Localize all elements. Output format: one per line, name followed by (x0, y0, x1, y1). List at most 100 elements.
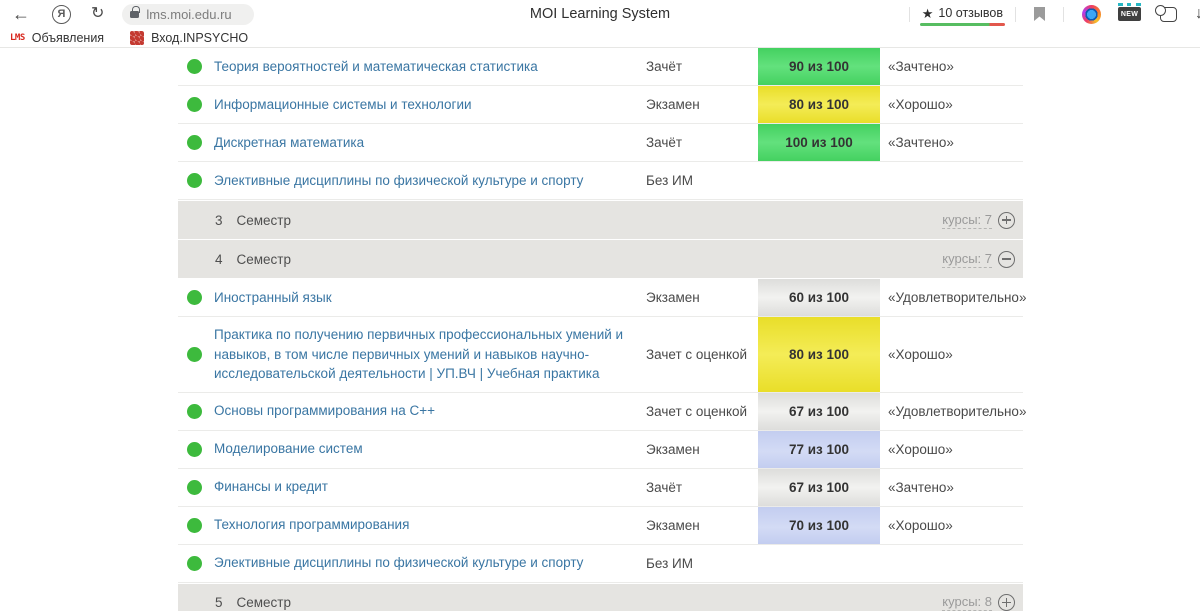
star-icon: ★ (922, 7, 934, 20)
new-badge-icon[interactable]: NEW (1118, 7, 1141, 21)
back-icon[interactable]: ← (12, 5, 30, 23)
bookmark-item-announcements[interactable]: LMS Объявления (10, 31, 104, 45)
course-link[interactable]: Теория вероятностей и математическая ста… (214, 49, 646, 85)
course-link[interactable]: Дискретная математика (214, 125, 646, 161)
status-dot-icon (187, 442, 202, 457)
course-link[interactable]: Технология программирования (214, 507, 646, 543)
semester-row[interactable]: 3Семестркурсы: 7 (178, 201, 1023, 239)
divider (909, 7, 910, 22)
bookmark-item-inpsycho[interactable]: Вход.INPSYCHO (130, 31, 248, 45)
course-link[interactable]: Основы программирования на C++ (214, 393, 646, 429)
lock-icon[interactable] (130, 11, 139, 18)
reviews-rating[interactable]: ★ 10 отзывов (920, 4, 1005, 24)
status-dot-icon (187, 173, 202, 188)
status-cell (178, 173, 214, 188)
score-cell (758, 162, 880, 199)
courses-count-link[interactable]: курсы: 7 (942, 251, 992, 268)
semester-right: курсы: 7 (942, 251, 1023, 268)
divider (1063, 7, 1064, 22)
score-cell: 90 из 100 (758, 48, 880, 85)
control-type: Экзамен (646, 518, 758, 533)
status-cell (178, 290, 214, 305)
status-cell (178, 556, 214, 571)
table-row: Основы программирования на C++Зачет с оц… (178, 393, 1023, 431)
status-dot-icon (187, 135, 202, 150)
expand-plus-icon[interactable] (998, 212, 1015, 229)
grade-label: «Зачтено» (880, 135, 954, 150)
divider (1015, 7, 1016, 22)
expand-plus-icon[interactable] (998, 594, 1015, 611)
address-bar[interactable]: lms.moi.edu.ru (122, 4, 254, 25)
table-row: Теория вероятностей и математическая ста… (178, 48, 1023, 86)
collapse-minus-icon[interactable] (998, 251, 1015, 268)
semester-label: Семестр (237, 252, 292, 267)
grade-label: «Хорошо» (880, 347, 953, 362)
course-link[interactable]: Элективные дисциплины по физической куль… (214, 163, 646, 199)
courses-count-link[interactable]: курсы: 7 (942, 212, 992, 229)
download-icon[interactable]: ↓ (1195, 5, 1200, 23)
semester-row[interactable]: 5Семестркурсы: 8 (178, 584, 1023, 611)
bookmark-label: Вход.INPSYCHO (151, 31, 248, 45)
table-row: Технология программированияЭкзамен70 из … (178, 507, 1023, 545)
score-cell: 67 из 100 (758, 469, 880, 506)
control-type: Зачёт (646, 480, 758, 495)
table-row: Дискретная математикаЗачёт100 из 100«Зач… (178, 124, 1023, 162)
grade-label: «Зачтено» (880, 59, 954, 74)
course-link[interactable]: Иностранный язык (214, 280, 646, 316)
page-content: Теория вероятностей и математическая ста… (0, 48, 1200, 611)
url-text[interactable]: lms.moi.edu.ru (146, 7, 231, 22)
yandex-logo-icon[interactable]: Я (52, 5, 71, 24)
grade-label: «Удовлетворительно» (880, 290, 1026, 305)
grade-label: «Хорошо» (880, 97, 953, 112)
course-link[interactable]: Элективные дисциплины по физической куль… (214, 545, 646, 581)
score-cell: 67 из 100 (758, 393, 880, 430)
course-link[interactable]: Моделирование систем (214, 431, 646, 467)
grade-label: «Хорошо» (880, 442, 953, 457)
table-row: Моделирование системЭкзамен77 из 100«Хор… (178, 431, 1023, 469)
status-dot-icon (187, 404, 202, 419)
status-cell (178, 404, 214, 419)
status-cell (178, 518, 214, 533)
grade-label: «Зачтено» (880, 480, 954, 495)
grades-table: Теория вероятностей и математическая ста… (178, 48, 1023, 611)
extension-circle-icon[interactable] (1082, 5, 1101, 24)
status-dot-icon (187, 347, 202, 362)
course-link[interactable]: Практика по получению первичных професси… (214, 317, 646, 392)
browser-topbar: ← Я ↻ lms.moi.edu.ru MOI Learning System… (0, 0, 1200, 28)
status-cell (178, 59, 214, 74)
course-link[interactable]: Финансы и кредит (214, 469, 646, 505)
table-row: Элективные дисциплины по физической куль… (178, 162, 1023, 200)
courses-count-link[interactable]: курсы: 8 (942, 594, 992, 611)
table-row: Финансы и кредитЗачёт67 из 100«Зачтено» (178, 469, 1023, 507)
bookmarks-bar: LMS Объявления Вход.INPSYCHO (0, 28, 1200, 48)
semester-label: Семестр (237, 595, 292, 610)
control-type: Экзамен (646, 442, 758, 457)
status-dot-icon (187, 97, 202, 112)
course-link[interactable]: Информационные системы и технологии (214, 87, 646, 123)
reviews-label: 10 отзывов (938, 6, 1003, 20)
semester-label: Семестр (237, 213, 292, 228)
control-type: Зачет с оценкой (646, 347, 758, 362)
control-type: Без ИМ (646, 556, 758, 571)
status-cell (178, 480, 214, 495)
control-type: Зачёт (646, 59, 758, 74)
grade-label: «Хорошо» (880, 518, 953, 533)
lms-logo-icon: LMS (10, 33, 25, 43)
table-row: Элективные дисциплины по физической куль… (178, 545, 1023, 583)
semester-right: курсы: 7 (942, 212, 1023, 229)
control-type: Экзамен (646, 290, 758, 305)
control-type: Без ИМ (646, 173, 758, 188)
status-dot-icon (187, 518, 202, 533)
topbar-right-cluster: ★ 10 отзывов NEW ↓ (899, 0, 1200, 28)
side-panel-icon[interactable] (1160, 7, 1177, 22)
score-cell: 80 из 100 (758, 86, 880, 123)
refresh-icon[interactable]: ↻ (91, 6, 104, 22)
bookmark-flag-icon[interactable] (1034, 7, 1045, 21)
control-type: Зачет с оценкой (646, 404, 758, 419)
score-cell: 60 из 100 (758, 279, 880, 316)
status-dot-icon (187, 480, 202, 495)
status-cell (178, 347, 214, 362)
semester-row[interactable]: 4Семестркурсы: 7 (178, 240, 1023, 278)
control-type: Зачёт (646, 135, 758, 150)
control-type: Экзамен (646, 97, 758, 112)
